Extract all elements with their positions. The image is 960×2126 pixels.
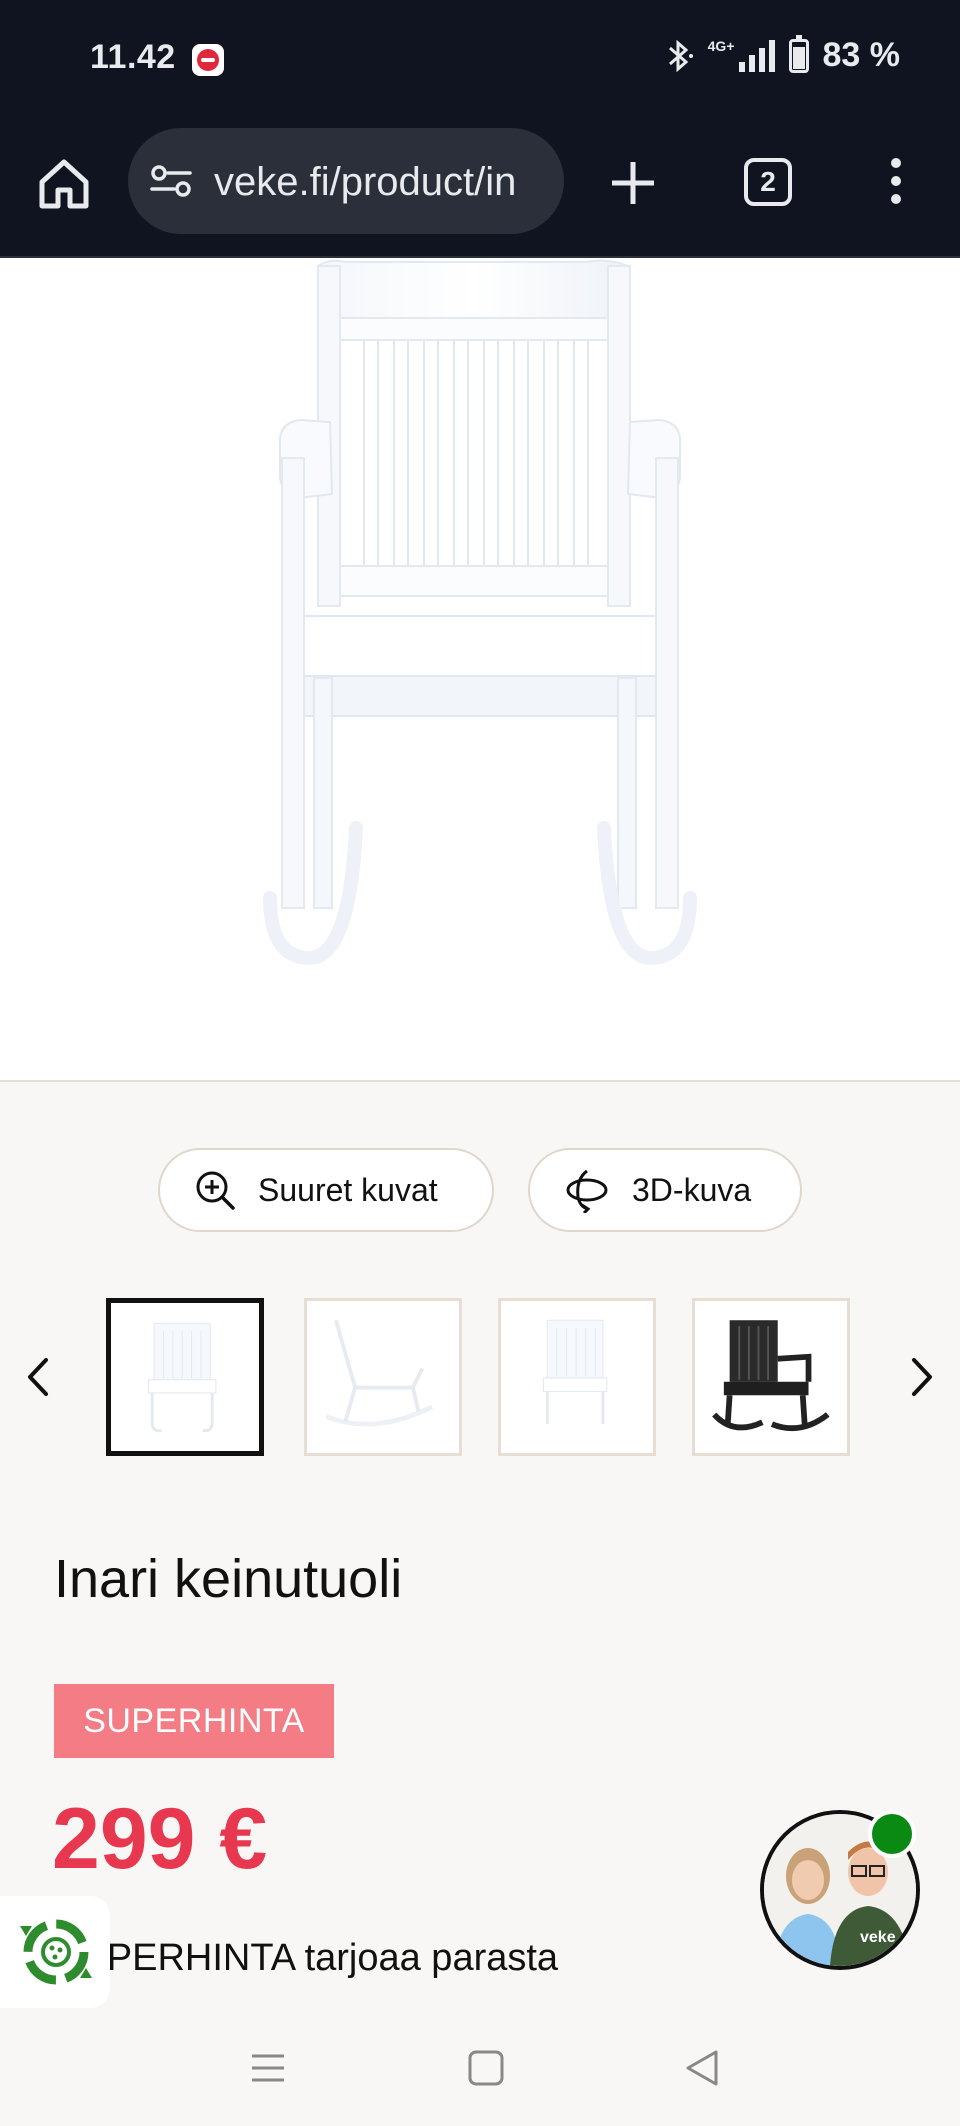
white-chair-front-2-thumb — [542, 1319, 608, 1425]
new-tab-icon[interactable] — [608, 158, 658, 208]
large-images-label: Suuret kuvat — [258, 1171, 438, 1208]
url-text: veke.fi/product/in — [214, 160, 517, 204]
black-chair-thumb — [712, 1320, 830, 1432]
thumbnail-2[interactable] — [304, 1298, 462, 1456]
view-3d-label: 3D-kuva — [632, 1171, 752, 1208]
back-icon[interactable] — [680, 2046, 724, 2090]
tabs-icon[interactable]: 2 — [744, 158, 792, 206]
battery-percent: 83 % — [822, 36, 901, 74]
svg-text:veke: veke — [860, 1929, 896, 1946]
rotate-3d-icon — [566, 1169, 608, 1213]
white-chair-side-thumb — [325, 1319, 434, 1427]
recycle-icon — [20, 1919, 92, 1985]
status-bar: 11.42 4G+ 83 % — [0, 0, 960, 118]
thumbnails-prev-icon[interactable] — [18, 1352, 58, 1402]
notification-app-icon — [192, 44, 224, 76]
site-settings-icon[interactable] — [150, 164, 192, 198]
signal-icon — [738, 39, 775, 72]
more-vert-icon[interactable] — [884, 158, 908, 208]
superhinta-badge: SUPERHINTA — [54, 1684, 334, 1758]
thumbnail-3[interactable] — [498, 1298, 656, 1456]
product-description: SUPERHINTA tarjoaa parasta — [54, 1937, 559, 1979]
address-bar[interactable]: veke.fi/product/in — [128, 128, 564, 234]
system-navigation-bar — [0, 2010, 960, 2126]
sustainability-button[interactable] — [0, 1896, 110, 2008]
browser-toolbar: veke.fi/product/in 2 — [0, 118, 960, 258]
online-status-dot — [868, 1810, 916, 1858]
network-type: 4G+ — [707, 37, 735, 54]
large-images-button[interactable]: Suuret kuvat — [158, 1148, 494, 1232]
thumbnail-1[interactable] — [106, 1298, 264, 1456]
bluetooth-icon — [668, 39, 693, 72]
white-chair-front-thumb — [148, 1323, 217, 1433]
status-indicators: 4G+ 83 % — [664, 34, 901, 75]
product-price: 299 € — [52, 1791, 268, 1887]
rocking-chair-image — [263, 259, 697, 966]
product-main-image[interactable] — [0, 258, 960, 1082]
thumbnails-next-icon[interactable] — [902, 1352, 942, 1402]
battery-icon — [788, 34, 809, 73]
home-icon[interactable] — [34, 154, 94, 214]
view-3d-button[interactable]: 3D-kuva — [528, 1148, 802, 1232]
status-time: 11.42 — [90, 38, 176, 76]
thumbnail-4[interactable] — [692, 1298, 850, 1456]
home-button-icon[interactable] — [464, 2046, 508, 2090]
recent-apps-icon[interactable] — [246, 2046, 290, 2090]
zoom-in-icon — [196, 1171, 235, 1210]
product-title: Inari keinutuoli — [54, 1549, 403, 1609]
